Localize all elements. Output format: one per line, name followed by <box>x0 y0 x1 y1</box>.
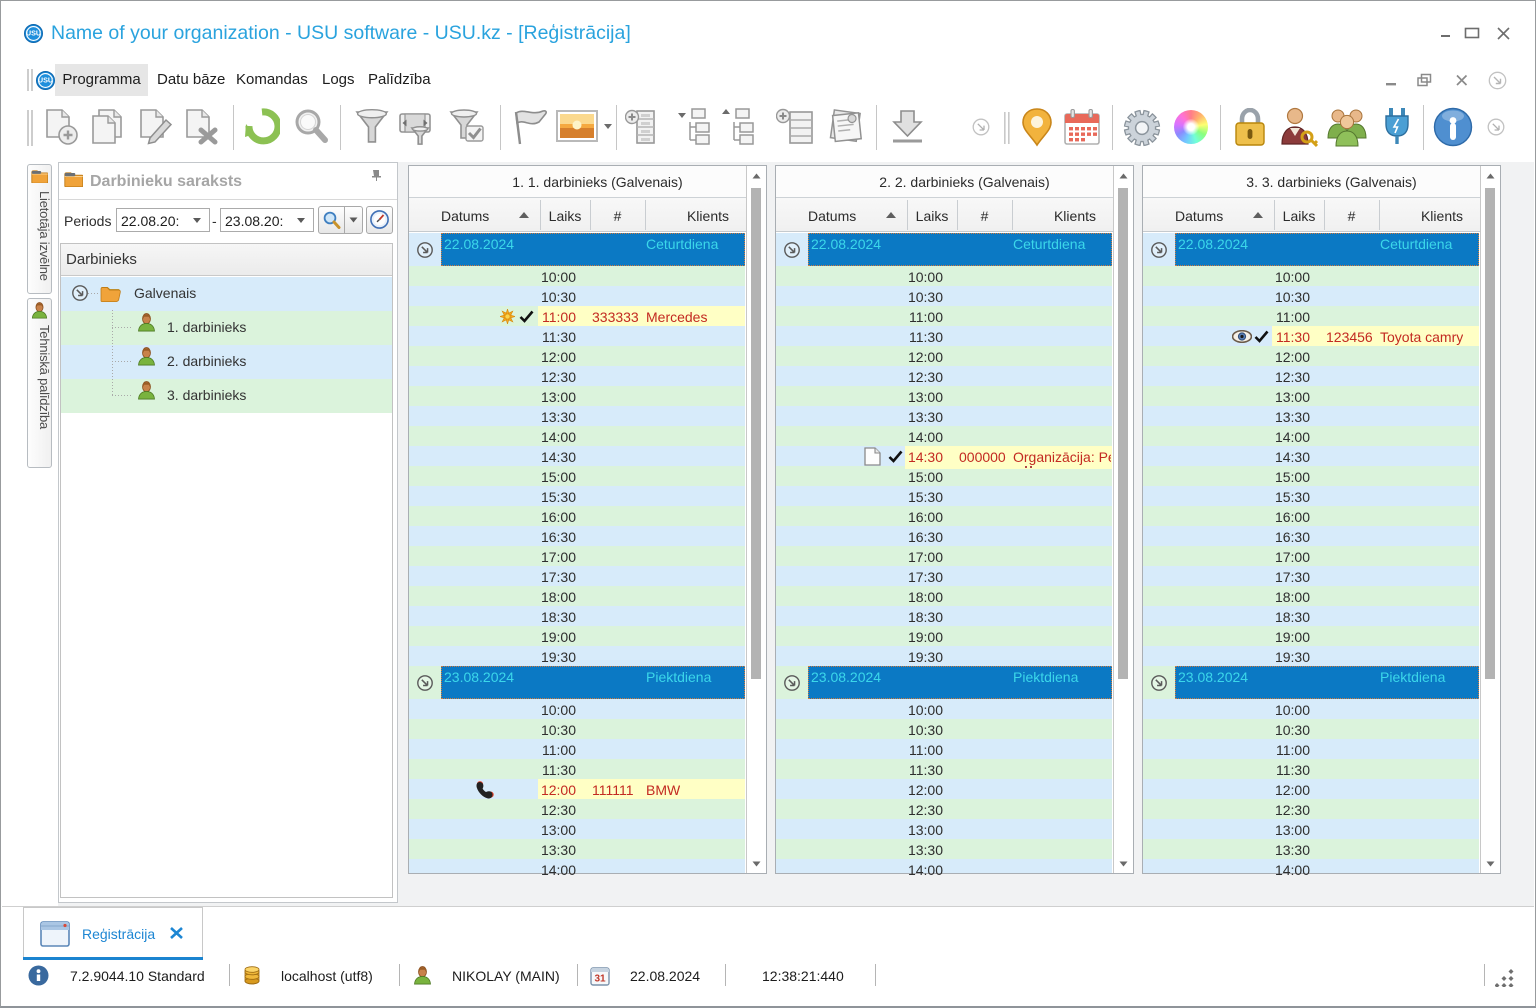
svg-text:USU: USU <box>26 29 41 38</box>
svg-text:31: 31 <box>594 974 606 985</box>
svg-text:USU: USU <box>38 76 53 85</box>
